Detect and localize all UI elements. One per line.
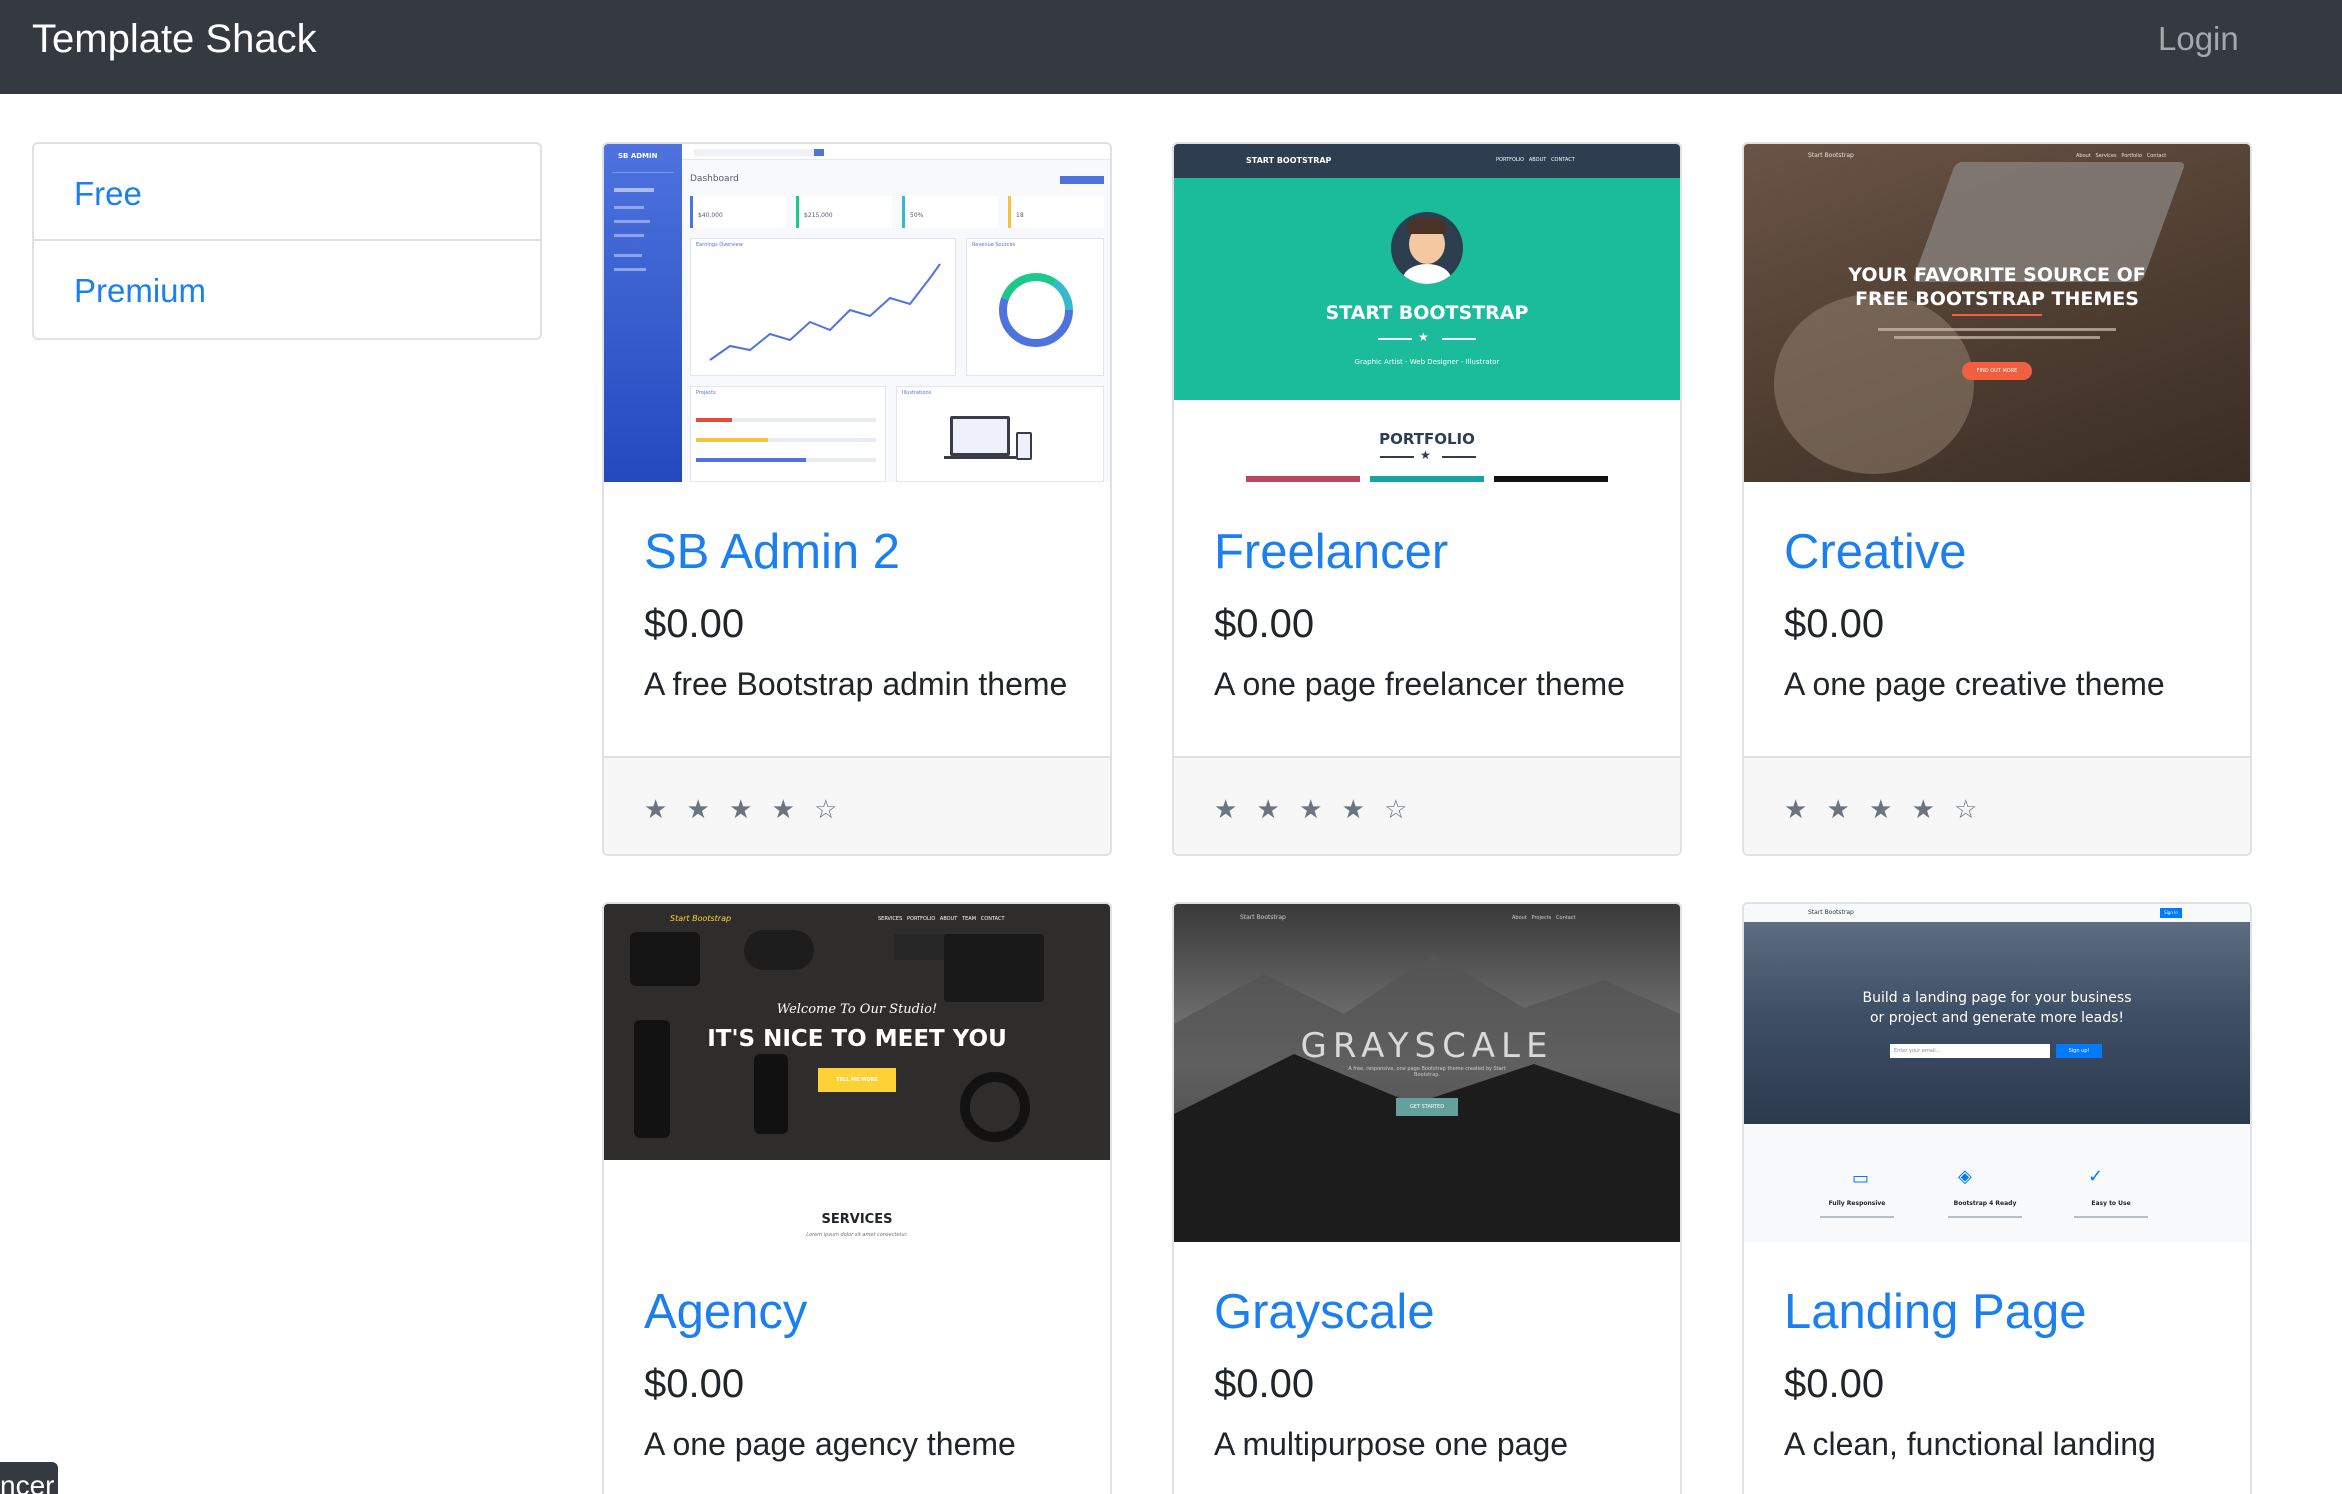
monitor-icon: ▭ <box>1852 1168 1870 1189</box>
thumbnail-landing-page[interactable]: Start Bootstrap Sign In Build a landing … <box>1744 904 2250 1242</box>
card-footer-rating: ★ ★ ★ ★ ☆ <box>1744 756 2250 854</box>
card-description: A multipurpose one page <box>1214 1426 1569 1462</box>
thumbnail-creative[interactable]: Start Bootstrap About Services Portfolio… <box>1744 144 2250 482</box>
thumbnail-agency[interactable]: Start Bootstrap SERVICES PORTFOLIO ABOUT… <box>604 904 1110 1242</box>
star-rating: ★ ★ ★ ★ ☆ <box>1214 794 1414 824</box>
card-body: Freelancer $0.00 A one page freelancer t… <box>1174 482 1680 756</box>
card-title-link[interactable]: SB Admin 2 <box>644 524 900 580</box>
card-body: Landing Page $0.00 A clean, functional l… <box>1744 1242 2250 1494</box>
card-body: Creative $0.00 A one page creative theme <box>1744 482 2250 756</box>
navbar: Template Shack Login <box>0 0 2342 94</box>
card-title-link[interactable]: Creative <box>1784 524 1966 580</box>
product-card-grayscale: Start Bootstrap About Projects Contact G… <box>1172 902 1682 1494</box>
card-description: A one page creative theme <box>1784 666 2165 702</box>
card-body: SB Admin 2 $0.00 A free Bootstrap admin … <box>604 482 1110 756</box>
card-title-link[interactable]: Landing Page <box>1784 1284 2086 1340</box>
card-description: A one page freelancer theme <box>1214 666 1625 702</box>
card-body: Grayscale $0.00 A multipurpose one page <box>1174 1242 1680 1494</box>
earnings-line-chart <box>709 263 941 361</box>
category-free[interactable]: Free <box>34 144 540 241</box>
sbadmin-brand: SB ADMIN <box>618 152 658 160</box>
card-title-link[interactable]: Agency <box>644 1284 807 1340</box>
card-price: $0.00 <box>644 1362 745 1406</box>
card-description: A clean, functional landing <box>1784 1426 2156 1462</box>
card-footer-rating: ★ ★ ★ ★ ☆ <box>1174 756 1680 854</box>
star-rating: ★ ★ ★ ★ ☆ <box>644 794 844 824</box>
login-link[interactable]: Login <box>2158 18 2239 60</box>
layers-icon: ◈ <box>1958 1166 1972 1187</box>
star-rating: ★ ★ ★ ★ ☆ <box>1784 794 1984 824</box>
check-circle-icon: ✓ <box>2088 1166 2104 1187</box>
sbadmin-heading: Dashboard <box>690 174 739 184</box>
thumbnail-sb-admin-2[interactable]: SB ADMIN Dashboard $40,000 $215,000 50% … <box>604 144 1110 482</box>
card-body: Agency $0.00 A one page agency theme <box>604 1242 1110 1494</box>
thumbnail-grayscale[interactable]: Start Bootstrap About Projects Contact G… <box>1174 904 1680 1242</box>
card-description: A free Bootstrap admin theme <box>644 666 1068 702</box>
product-card-sb-admin-2: SB ADMIN Dashboard $40,000 $215,000 50% … <box>602 142 1112 856</box>
card-title-link[interactable]: Freelancer <box>1214 524 1448 580</box>
product-card-agency: Start Bootstrap SERVICES PORTFOLIO ABOUT… <box>602 902 1112 1494</box>
product-card-landing-page: Start Bootstrap Sign In Build a landing … <box>1742 902 2252 1494</box>
card-price: $0.00 <box>1214 1362 1315 1406</box>
product-card-creative: Start Bootstrap About Services Portfolio… <box>1742 142 2252 856</box>
brand-link[interactable]: Template Shack <box>32 14 317 64</box>
product-card-freelancer: START BOOTSTRAP PORTFOLIO ABOUT CONTACT … <box>1172 142 1682 856</box>
avatar-illustration <box>1391 212 1463 284</box>
card-price: $0.00 <box>1784 602 1885 646</box>
card-description: A one page agency theme <box>644 1426 1016 1462</box>
revenue-donut-chart <box>999 273 1073 347</box>
status-tooltip: ncer <box>0 1462 58 1494</box>
card-footer-rating: ★ ★ ★ ★ ☆ <box>604 756 1110 854</box>
category-premium[interactable]: Premium <box>34 241 540 338</box>
card-price: $0.00 <box>644 602 745 646</box>
card-price: $0.00 <box>1214 602 1315 646</box>
card-title-link[interactable]: Grayscale <box>1214 1284 1435 1340</box>
card-price: $0.00 <box>1784 1362 1885 1406</box>
mountains-illustration <box>1174 954 1680 1242</box>
thumbnail-freelancer[interactable]: START BOOTSTRAP PORTFOLIO ABOUT CONTACT … <box>1174 144 1680 482</box>
category-list: Free Premium <box>32 142 542 340</box>
